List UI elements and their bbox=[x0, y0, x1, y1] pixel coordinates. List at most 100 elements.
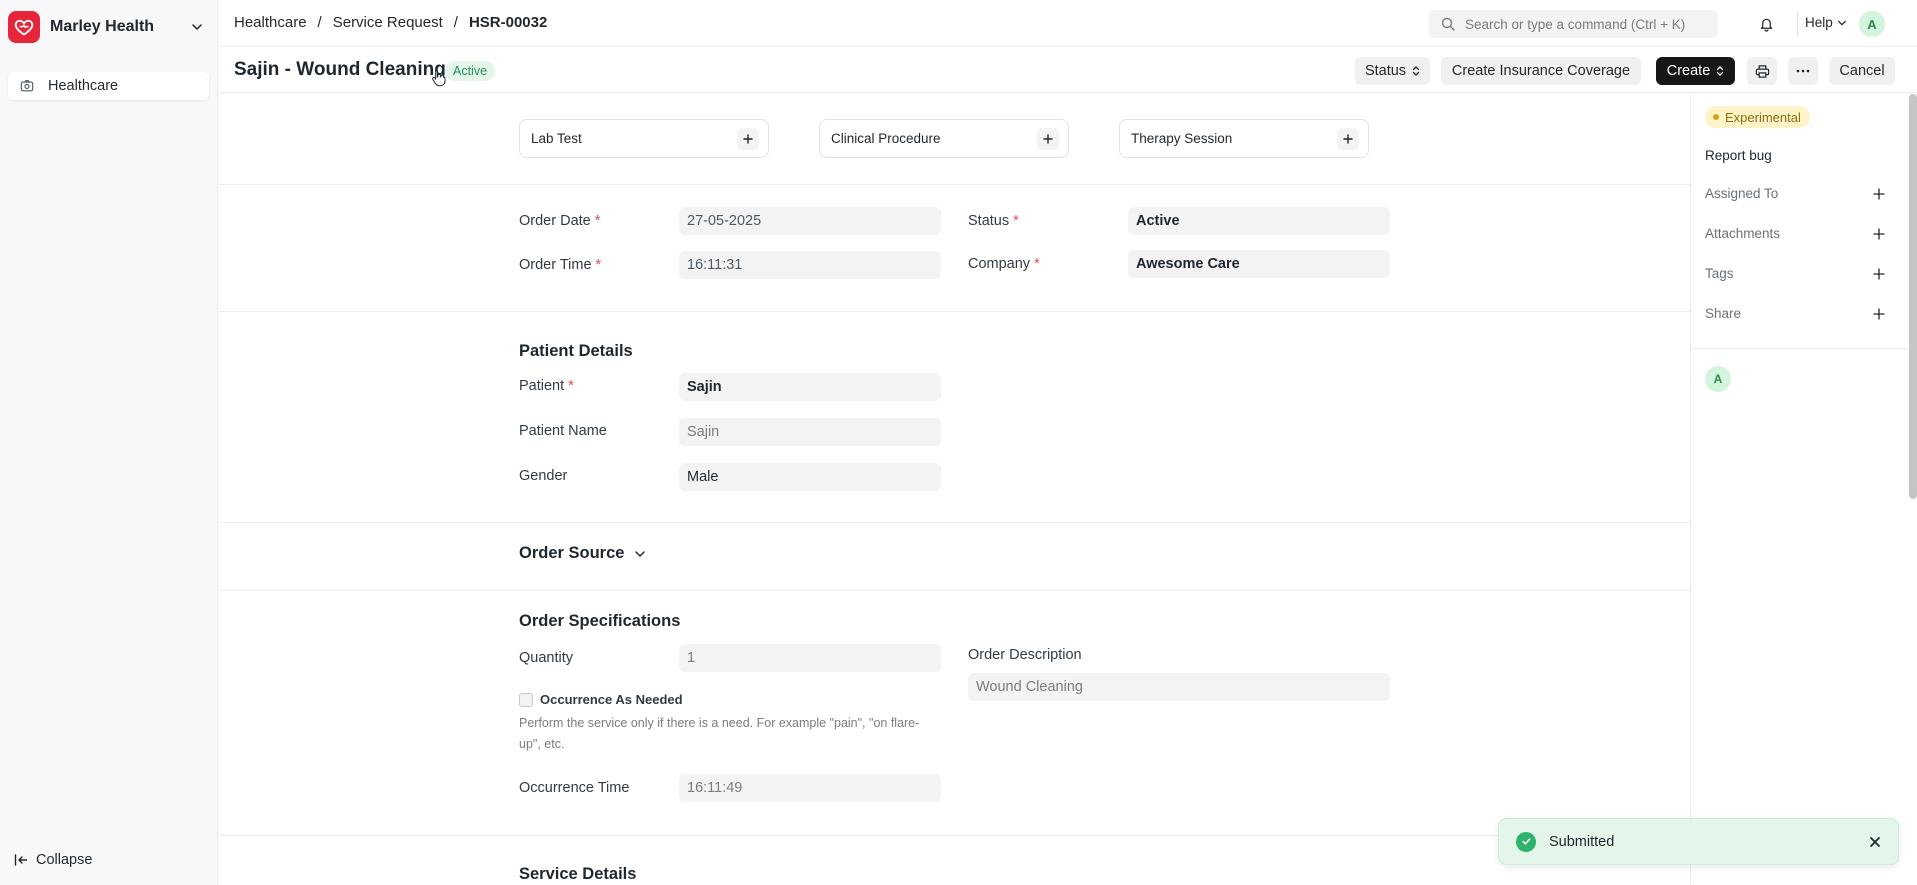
user-avatar[interactable]: A bbox=[1859, 11, 1885, 37]
assigned-to-label: Assigned To bbox=[1705, 186, 1779, 201]
collapse-icon bbox=[14, 853, 28, 867]
camera-icon bbox=[20, 78, 36, 94]
chevron-down-icon bbox=[634, 548, 646, 560]
order-description-field[interactable]: Wound Cleaning bbox=[968, 673, 1390, 701]
order-specifications-section: Order Specifications Quantity 1 Occurren… bbox=[219, 591, 1690, 836]
link-label: Therapy Session bbox=[1131, 131, 1233, 146]
add-tag-plus-icon[interactable] bbox=[1873, 267, 1885, 280]
sidebar-item-healthcare[interactable]: Healthcare bbox=[8, 72, 209, 100]
link-label: Clinical Procedure bbox=[831, 131, 941, 146]
required-mark: * bbox=[594, 213, 601, 229]
more-actions-button[interactable] bbox=[1788, 57, 1818, 85]
occurrence-time-field[interactable]: 16:11:49 bbox=[679, 774, 941, 802]
search-input[interactable]: Search or type a command (Ctrl + K) bbox=[1429, 10, 1718, 38]
breadcrumb-current[interactable]: HSR-00032 bbox=[469, 14, 547, 31]
assigned-to-row: Assigned To bbox=[1705, 186, 1885, 201]
gender-label: Gender bbox=[519, 468, 568, 484]
label-text: Patient bbox=[519, 378, 565, 394]
form-content: Lab Test Clinical Procedure Therapy Sess… bbox=[219, 94, 1690, 885]
breadcrumb: Healthcare / Service Request / HSR-00032 bbox=[234, 14, 547, 31]
order-description-label: Order Description bbox=[968, 647, 1082, 663]
add-attachment-plus-icon[interactable] bbox=[1873, 227, 1885, 240]
topbar: Healthcare / Service Request / HSR-00032… bbox=[219, 0, 1917, 47]
status-dropdown-button[interactable]: Status bbox=[1355, 57, 1430, 85]
company-label: Company * bbox=[968, 256, 1040, 272]
quantity-field[interactable]: 1 bbox=[679, 644, 941, 672]
status-button-label: Status bbox=[1364, 63, 1407, 79]
order-time-field[interactable]: 16:11:31 bbox=[679, 251, 941, 279]
link-lab-test[interactable]: Lab Test bbox=[519, 119, 769, 158]
share-row: Share bbox=[1705, 306, 1885, 321]
breadcrumb-separator: / bbox=[317, 14, 322, 31]
order-source-title: Order Source bbox=[519, 544, 625, 562]
print-button[interactable] bbox=[1747, 57, 1777, 85]
create-button-label: Create bbox=[1666, 63, 1711, 79]
patient-details-section: Patient Details Patient * Sajin Patient N… bbox=[219, 312, 1690, 523]
search-icon bbox=[1441, 17, 1455, 31]
chevron-down-icon bbox=[188, 18, 206, 36]
tags-row: Tags bbox=[1705, 266, 1885, 281]
cancel-button[interactable]: Cancel bbox=[1829, 57, 1895, 85]
sidebar-item-label: Healthcare bbox=[48, 78, 119, 94]
attachments-row: Attachments bbox=[1705, 226, 1885, 241]
scrollbar[interactable] bbox=[1909, 94, 1917, 499]
sort-arrows-icon bbox=[1412, 65, 1420, 77]
viewer-avatar[interactable]: A bbox=[1705, 366, 1731, 392]
workspace-name: Marley Health bbox=[50, 18, 155, 35]
patient-field[interactable]: Sajin bbox=[679, 373, 941, 401]
right-sidebar: Experimental Report bug Assigned To Atta… bbox=[1690, 94, 1917, 885]
help-label: Help bbox=[1805, 15, 1833, 30]
patient-details-title: Patient Details bbox=[519, 342, 633, 360]
patient-name-field: Sajin bbox=[679, 418, 941, 446]
label-text: Order Time bbox=[519, 257, 592, 273]
plus-icon[interactable] bbox=[737, 128, 759, 150]
label-text: Status bbox=[968, 213, 1010, 229]
gender-field[interactable]: Male bbox=[679, 463, 941, 491]
order-date-label: Order Date * bbox=[519, 213, 600, 229]
occurrence-as-needed-checkbox[interactable] bbox=[519, 693, 533, 707]
collapse-sidebar-button[interactable]: Collapse bbox=[14, 852, 92, 868]
order-source-section: Order Source bbox=[219, 523, 1690, 591]
breadcrumb-healthcare[interactable]: Healthcare bbox=[234, 14, 307, 31]
toast-notification: Submitted bbox=[1498, 818, 1899, 865]
add-assignee-plus-icon[interactable] bbox=[1873, 187, 1885, 200]
search-placeholder: Search or type a command (Ctrl + K) bbox=[1465, 16, 1686, 32]
status-field[interactable]: Active bbox=[1128, 207, 1390, 235]
page-header: Sajin - Wound Cleaning Active Status Cre… bbox=[219, 48, 1917, 93]
occurrence-time-label: Occurrence Time bbox=[519, 780, 630, 796]
sort-arrows-icon bbox=[1716, 65, 1724, 77]
quantity-label: Quantity bbox=[519, 650, 573, 666]
close-icon[interactable] bbox=[1866, 833, 1884, 851]
breadcrumb-separator: / bbox=[453, 14, 458, 31]
order-date-field[interactable]: 27-05-2025 bbox=[679, 207, 941, 235]
ellipsis-icon bbox=[1796, 69, 1810, 73]
company-field[interactable]: Awesome Care bbox=[1128, 250, 1390, 278]
plus-icon[interactable] bbox=[1037, 128, 1059, 150]
link-therapy-session[interactable]: Therapy Session bbox=[1119, 119, 1369, 158]
order-source-toggle[interactable]: Order Source bbox=[519, 544, 646, 563]
page-title[interactable]: Sajin - Wound Cleaning bbox=[234, 59, 446, 81]
hand-cursor-icon bbox=[431, 69, 447, 91]
notification-bell-icon[interactable] bbox=[1756, 14, 1776, 34]
toast-message: Submitted bbox=[1549, 833, 1615, 850]
workspace-switcher[interactable]: Marley Health bbox=[8, 10, 206, 44]
create-dropdown-button[interactable]: Create bbox=[1656, 57, 1735, 85]
patient-label: Patient * bbox=[519, 378, 574, 394]
add-share-plus-icon[interactable] bbox=[1873, 307, 1885, 320]
share-label: Share bbox=[1705, 306, 1742, 321]
dot-icon bbox=[1713, 114, 1719, 120]
required-mark: * bbox=[1013, 213, 1019, 229]
help-dropdown[interactable]: Help bbox=[1805, 15, 1847, 30]
order-specifications-title: Order Specifications bbox=[519, 612, 681, 630]
experimental-badge: Experimental bbox=[1705, 106, 1810, 128]
breadcrumb-service-request[interactable]: Service Request bbox=[333, 14, 443, 31]
divider bbox=[1691, 348, 1917, 349]
report-bug-link[interactable]: Report bug bbox=[1705, 148, 1772, 163]
create-insurance-coverage-button[interactable]: Create Insurance Coverage bbox=[1441, 57, 1641, 85]
link-clinical-procedure[interactable]: Clinical Procedure bbox=[819, 119, 1069, 158]
order-time-label: Order Time * bbox=[519, 257, 601, 273]
plus-icon[interactable] bbox=[1337, 128, 1359, 150]
required-mark: * bbox=[1034, 256, 1040, 272]
connections-section: Lab Test Clinical Procedure Therapy Sess… bbox=[219, 94, 1690, 185]
patient-name-label: Patient Name bbox=[519, 423, 607, 439]
